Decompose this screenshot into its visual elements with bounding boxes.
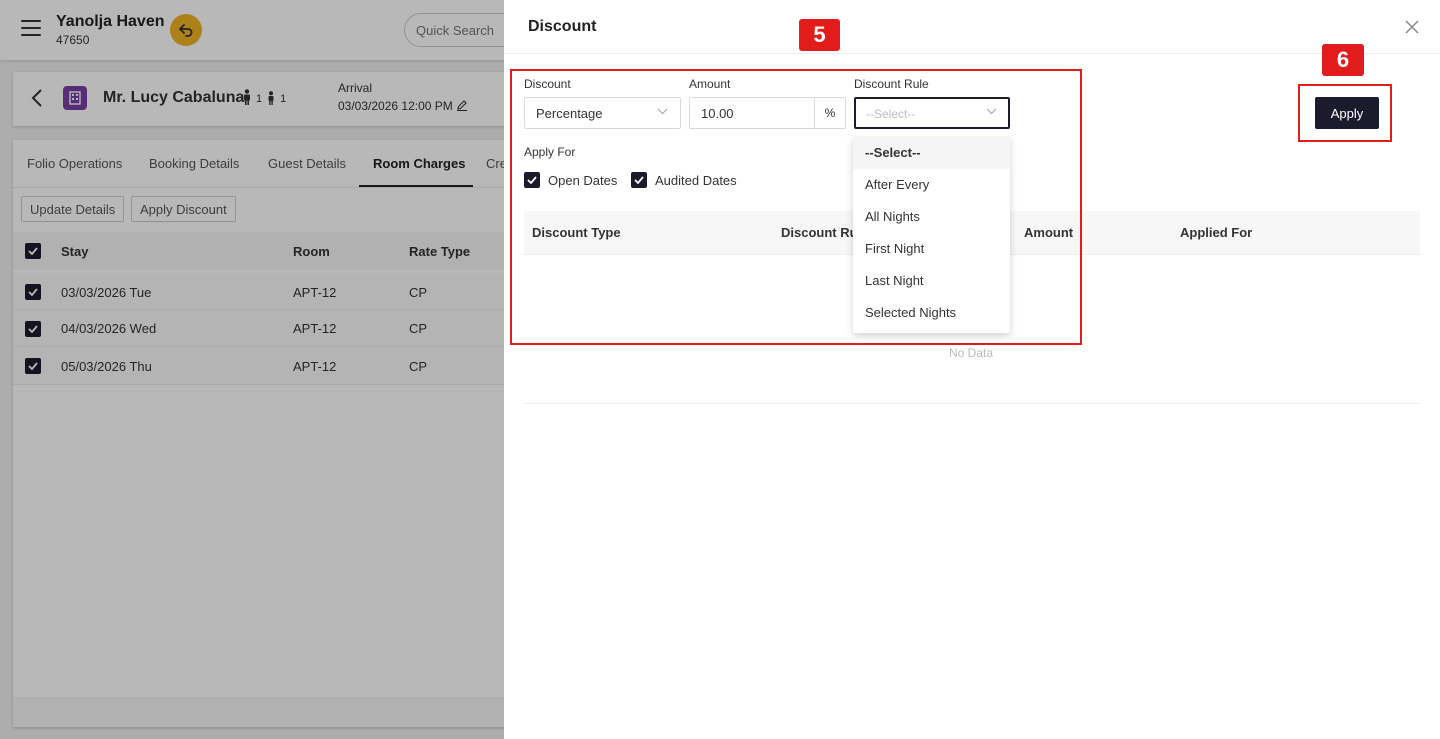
- drawer-title: Discount: [528, 18, 597, 35]
- discount-drawer: Discount Discount Percentage Amount % Di…: [504, 0, 1440, 739]
- annotation-box-6: [1298, 84, 1392, 142]
- col-applied-for: Applied For: [1180, 225, 1253, 240]
- grid-divider: [524, 403, 1420, 404]
- modal-backdrop[interactable]: [0, 0, 504, 739]
- annotation-box-5: [510, 69, 1082, 345]
- annotation-badge-6: 6: [1322, 44, 1364, 76]
- annotation-badge-5: 5: [799, 19, 840, 51]
- close-icon[interactable]: [1405, 20, 1419, 34]
- no-data-text: No Data: [949, 346, 994, 360]
- drawer-header: Discount: [504, 0, 1440, 54]
